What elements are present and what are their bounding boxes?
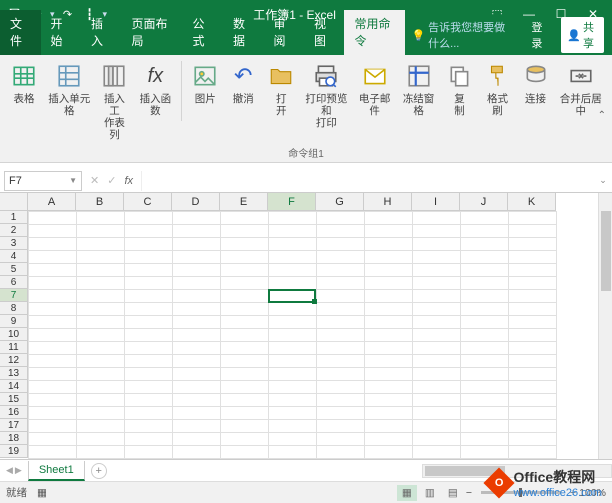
watermark-logo-icon: O: [483, 467, 514, 498]
menu-file[interactable]: 文件: [0, 10, 41, 55]
rib-undo[interactable]: ↶撤消: [225, 59, 261, 107]
menu-view[interactable]: 视图: [304, 10, 345, 55]
row-9[interactable]: 9: [0, 315, 28, 328]
row-10[interactable]: 10: [0, 328, 28, 341]
menu-data[interactable]: 数据: [223, 10, 264, 55]
sheet-tab-active[interactable]: Sheet1: [28, 461, 85, 481]
menu-insert[interactable]: 插入: [81, 10, 122, 55]
enter-formula-icon: ✓: [107, 174, 116, 187]
bulb-icon: 💡: [411, 29, 425, 42]
row-12[interactable]: 12: [0, 354, 28, 367]
cells-grid[interactable]: [28, 211, 557, 459]
login-link[interactable]: 登录: [525, 19, 555, 51]
share-button[interactable]: 👤共享: [561, 17, 604, 53]
rib-connections[interactable]: 连接: [518, 59, 554, 107]
row-14[interactable]: 14: [0, 380, 28, 393]
view-normal-icon[interactable]: ▦: [397, 485, 417, 501]
col-A[interactable]: A: [28, 193, 76, 211]
row-15[interactable]: 15: [0, 393, 28, 406]
zoom-out-icon[interactable]: −: [466, 487, 472, 499]
menu-pagelayout[interactable]: 页面布局: [122, 10, 183, 55]
col-E[interactable]: E: [220, 193, 268, 211]
row-2[interactable]: 2: [0, 224, 28, 237]
rib-table[interactable]: 表格: [6, 59, 42, 107]
rib-email[interactable]: 电子邮件: [354, 59, 396, 119]
rib-insert-cells[interactable]: 插入单元格: [44, 59, 94, 119]
name-box[interactable]: F7▼: [4, 171, 82, 191]
cancel-formula-icon: ✕: [90, 174, 99, 187]
watermark: O Office教程网 www.office26.com: [488, 467, 602, 499]
menu-formulas[interactable]: 公式: [182, 10, 223, 55]
row-6[interactable]: 6: [0, 276, 28, 289]
add-sheet-button[interactable]: +: [91, 463, 107, 479]
col-F[interactable]: F: [268, 193, 316, 211]
menu-home[interactable]: 开始: [41, 10, 82, 55]
col-B[interactable]: B: [76, 193, 124, 211]
share-icon: 👤: [567, 29, 581, 42]
view-pagelayout-icon[interactable]: ▥: [420, 485, 440, 501]
select-all-corner[interactable]: [0, 193, 28, 211]
row-7[interactable]: 7: [0, 289, 28, 302]
column-headers[interactable]: A B C D E F G H I J K: [28, 193, 556, 211]
col-G[interactable]: G: [316, 193, 364, 211]
tell-me-input[interactable]: 💡告诉我您想要做什么...: [405, 15, 519, 55]
menu-review[interactable]: 审阅: [263, 10, 304, 55]
col-C[interactable]: C: [124, 193, 172, 211]
col-H[interactable]: H: [364, 193, 412, 211]
sheet-nav-prev-icon[interactable]: ◀: [6, 465, 13, 476]
selection-box: [268, 289, 316, 303]
row-headers[interactable]: 1 2 3 4 5 6 7 8 9 10 11 12 13 14 15 16 1…: [0, 211, 28, 458]
col-I[interactable]: I: [412, 193, 460, 211]
rib-picture[interactable]: 图片: [187, 59, 223, 107]
col-K[interactable]: K: [508, 193, 556, 211]
menu-common[interactable]: 常用命令: [344, 10, 405, 55]
row-17[interactable]: 17: [0, 419, 28, 432]
rib-insert-fn[interactable]: fx插入函数: [134, 59, 176, 119]
macro-record-icon[interactable]: ▦: [37, 487, 47, 499]
sheet-nav-next-icon[interactable]: ▶: [15, 465, 22, 476]
view-pagebreak-icon[interactable]: ▤: [443, 485, 463, 501]
row-16[interactable]: 16: [0, 406, 28, 419]
ribbon-collapse-icon[interactable]: ⌃: [598, 110, 606, 121]
insert-function-icon[interactable]: fx: [124, 175, 133, 187]
vertical-scrollbar[interactable]: [598, 193, 612, 459]
watermark-url: www.office26.com: [514, 487, 602, 499]
row-11[interactable]: 11: [0, 341, 28, 354]
col-D[interactable]: D: [172, 193, 220, 211]
row-5[interactable]: 5: [0, 263, 28, 276]
row-19[interactable]: 19: [0, 445, 28, 458]
rib-copy[interactable]: 复 制: [442, 59, 478, 119]
status-ready: 就绪: [6, 485, 27, 500]
row-3[interactable]: 3: [0, 237, 28, 250]
row-8[interactable]: 8: [0, 302, 28, 315]
rib-format-painter[interactable]: 格式刷: [480, 59, 516, 119]
row-4[interactable]: 4: [0, 250, 28, 263]
row-1[interactable]: 1: [0, 211, 28, 224]
rib-insert-col[interactable]: 插入工 作表列: [96, 59, 132, 143]
rib-print-preview[interactable]: 打印预览和 打印: [301, 59, 351, 131]
col-J[interactable]: J: [460, 193, 508, 211]
expand-formula-icon[interactable]: ⌄: [594, 175, 612, 186]
row-13[interactable]: 13: [0, 367, 28, 380]
formula-input[interactable]: [141, 171, 594, 191]
ribbon-group-label: 命令组1: [6, 145, 606, 160]
name-box-arrow-icon[interactable]: ▼: [69, 176, 77, 185]
row-18[interactable]: 18: [0, 432, 28, 445]
rib-freeze[interactable]: 冻结窗格: [398, 59, 440, 119]
rib-open[interactable]: 打 开: [263, 59, 299, 119]
vscroll-thumb[interactable]: [601, 211, 611, 291]
